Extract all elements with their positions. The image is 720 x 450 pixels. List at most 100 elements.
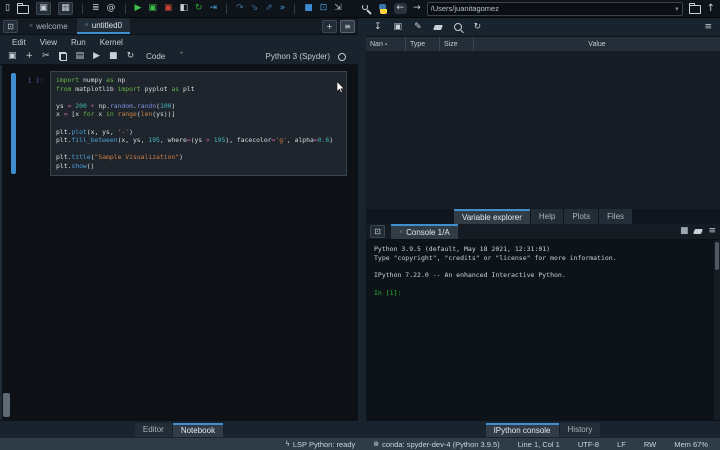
cursor-position[interactable]: Line 1, Col 1	[518, 440, 560, 449]
conda-env-status[interactable]: ⊛conda: spyder-dev-4 (Python 3.9.5)	[373, 440, 499, 449]
search-variable-icon[interactable]	[454, 23, 462, 31]
continue-icon[interactable]: »	[280, 4, 286, 13]
column-name[interactable]: Nan▴	[366, 37, 406, 51]
code-line: x = [x for x in range(len(ys))]	[56, 110, 341, 119]
save-all-icon[interactable]: ▦	[58, 2, 73, 15]
fullscreen-icon[interactable]: ⇲	[334, 4, 342, 13]
cut-cell-icon[interactable]: ✂	[42, 52, 50, 61]
code-line: plt.fill_between(x, ys, 195, where=(ys >…	[56, 136, 341, 145]
memory-usage[interactable]: Mem 67%	[674, 440, 708, 449]
preferences-wrench-icon[interactable]	[362, 4, 372, 14]
console-detach-icon[interactable]: ⊡	[370, 225, 385, 238]
readwrite-status[interactable]: RW	[644, 440, 656, 449]
menu-edit[interactable]: Edit	[12, 38, 26, 47]
run-cell-icon[interactable]: ▣	[148, 4, 157, 13]
variable-explorer-options-icon[interactable]: ≡	[704, 23, 712, 32]
run-selection-icon[interactable]: ◧	[179, 4, 188, 13]
copy-cell-icon[interactable]	[59, 52, 67, 61]
find-symbols-icon[interactable]: @	[107, 4, 116, 13]
remove-variable-icon[interactable]	[433, 25, 443, 30]
browse-directory-icon[interactable]	[689, 5, 701, 14]
run-cell-icon[interactable]: ▶	[93, 52, 100, 61]
restart-kernel-icon[interactable]: ↻	[195, 4, 203, 13]
stop-debug-icon[interactable]: ■	[304, 4, 313, 13]
tab-close-icon[interactable]: ×	[399, 229, 403, 236]
column-value[interactable]: Value	[474, 37, 720, 51]
tab-variable-explorer[interactable]: Variable explorer	[454, 209, 530, 224]
editor-scrollbar-thumb[interactable]	[3, 393, 10, 417]
main-toolbar: ▯ ▣ ▦ ≣ @ ▶ ▣ ▣ ◧ ↻ ⇥ ↷ ⇘ ⇗ » ■ ⊡ ⇲ ← → ▾ ↑	[0, 0, 720, 18]
menu-run[interactable]: Run	[71, 38, 86, 47]
active-cell-indicator	[11, 73, 16, 174]
tab-close-icon[interactable]: ×	[29, 23, 33, 30]
notebook-options-button[interactable]: ≡	[340, 20, 355, 33]
right-panel-tab-strip: Variable explorer Help PlotsFiles	[366, 209, 720, 224]
lsp-status[interactable]: ϟLSP Python: ready	[285, 440, 355, 449]
add-cell-icon[interactable]: +	[26, 52, 34, 61]
detach-pane-icon[interactable]: ⊡	[3, 20, 18, 33]
path-dropdown-icon[interactable]: ▾	[675, 5, 679, 13]
ipython-console[interactable]: Python 3.9.5 (default, May 18 2021, 12:3…	[366, 240, 720, 420]
open-pane-icon[interactable]: ⊡	[320, 4, 328, 13]
edit-variable-icon[interactable]: ✎	[414, 23, 422, 32]
tab-welcome[interactable]: ×welcome	[21, 18, 76, 34]
code-line	[56, 93, 341, 102]
step-over-icon[interactable]: ↷	[236, 4, 244, 13]
step-into-icon[interactable]: ⇘	[251, 4, 259, 13]
save-data-icon[interactable]: ▣	[394, 23, 403, 32]
tab-help[interactable]: Help	[531, 209, 563, 224]
interrupt-kernel-icon[interactable]: ■	[109, 52, 118, 61]
console-tabbar: ⊡ ×Console 1/A ■ ≡	[366, 224, 720, 240]
open-folder-icon[interactable]	[17, 5, 29, 14]
import-data-icon[interactable]: ↧	[374, 23, 382, 32]
tab-label: Variable explorer	[462, 213, 522, 222]
run-file-icon[interactable]: ▶	[135, 4, 142, 13]
tab-untitled0[interactable]: ×untitled0	[77, 18, 130, 34]
interrupt-kernel-icon[interactable]: ■	[680, 227, 689, 236]
menu-kernel[interactable]: Kernel	[100, 38, 123, 47]
notebook-editor[interactable]: [ ]: import numpy as npfrom matplotlib i…	[0, 65, 358, 420]
code-cell[interactable]: import numpy as npfrom matplotlib import…	[50, 71, 347, 176]
cell-toolbar: ▣+✂▤▶■↻ Code ˇ Python 3 (Spyder)	[0, 49, 358, 65]
tab-history[interactable]: History	[560, 423, 601, 437]
tab-plots[interactable]: Plots	[564, 209, 598, 224]
new-notebook-button[interactable]: +	[322, 20, 337, 33]
save-icon[interactable]: ▣	[36, 2, 51, 15]
working-directory-input[interactable]	[431, 4, 675, 13]
cell-type-dropdown[interactable]: Code ˇ	[146, 52, 184, 62]
console-scrollbar-thumb[interactable]	[715, 242, 719, 270]
tab-console-1a[interactable]: ×Console 1/A	[391, 224, 458, 239]
eol-status[interactable]: LF	[617, 440, 626, 449]
right-panel-tabs: Variable explorer Help PlotsFiles	[454, 209, 632, 224]
code-line: plt.title("Sample Visualization")	[56, 153, 341, 162]
step-out-icon[interactable]: ⇗	[265, 4, 273, 13]
kernel-status-icon	[338, 53, 346, 61]
tab-editor[interactable]: Editor	[135, 423, 172, 437]
column-size[interactable]: Size	[440, 37, 474, 51]
parent-directory-icon[interactable]: ↑	[707, 4, 715, 14]
paste-cell-icon[interactable]: ▤	[76, 52, 85, 61]
tab-notebook[interactable]: Notebook	[173, 423, 223, 437]
outline-icon[interactable]: ≣	[92, 4, 100, 13]
console-options-icon[interactable]: ≡	[708, 227, 716, 236]
run-to-line-icon[interactable]: ⇥	[210, 4, 218, 13]
tab-files[interactable]: Files	[599, 209, 632, 224]
run-cell-advance-icon[interactable]: ▣	[164, 4, 173, 13]
forward-button[interactable]: →	[413, 4, 421, 13]
encoding-status[interactable]: UTF-8	[578, 440, 599, 449]
save-notebook-icon[interactable]: ▣	[8, 52, 17, 61]
tab-close-icon[interactable]: ×	[85, 22, 89, 29]
refresh-variables-icon[interactable]: ↻	[474, 23, 482, 32]
tab-ipython-console[interactable]: IPython console	[486, 423, 559, 437]
new-file-icon[interactable]: ▯	[5, 4, 10, 13]
code-line: from matplotlib import pyplot as plt	[56, 85, 341, 94]
menu-view[interactable]: View	[40, 38, 57, 47]
variable-table-body[interactable]	[366, 51, 720, 209]
restart-kernel-icon[interactable]: ↻	[127, 52, 135, 61]
console-scrollbar[interactable]	[714, 240, 720, 420]
tab-label: Help	[539, 212, 555, 221]
column-type[interactable]: Type	[406, 37, 440, 51]
clear-console-icon[interactable]	[694, 229, 704, 234]
editor-notebook-switcher: EditorNotebook	[0, 420, 358, 438]
back-button[interactable]: ←	[394, 3, 408, 14]
